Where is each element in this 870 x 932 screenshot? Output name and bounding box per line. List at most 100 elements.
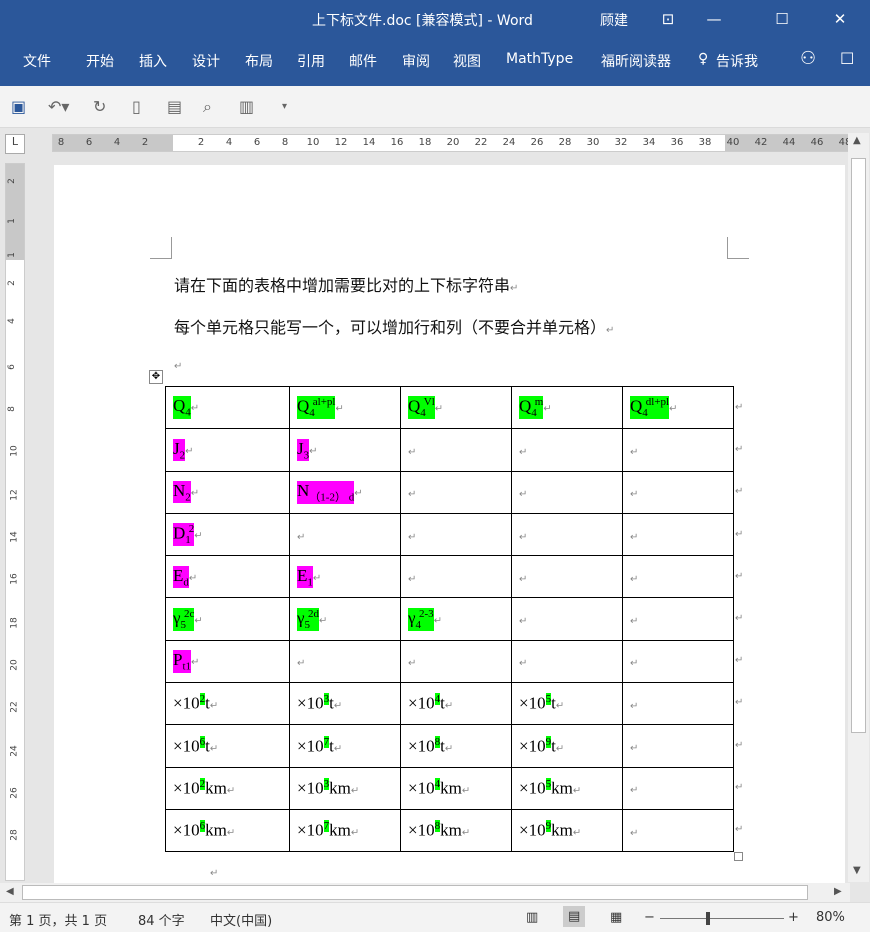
table-cell[interactable]: ↵ [401, 513, 512, 555]
save-icon[interactable]: ▣ [11, 97, 26, 116]
table-cell[interactable]: D12↵ [166, 513, 290, 555]
tab-layout[interactable]: 布局 [245, 51, 273, 71]
table-cell[interactable]: ↵ [290, 513, 401, 555]
read-mode-icon[interactable]: ▥ [239, 97, 254, 116]
table-cell[interactable]: Q4al+pl↵ [290, 387, 401, 429]
table-cell[interactable]: γ52c↵ [166, 598, 290, 640]
minimize-button[interactable]: — [700, 6, 728, 32]
zoom-slider[interactable] [660, 918, 784, 919]
table-cell[interactable]: Q4m↵ [512, 387, 623, 429]
tab-view[interactable]: 视图 [453, 51, 481, 71]
table-cell[interactable]: Pt1↵ [166, 640, 290, 682]
word-count[interactable]: 84 个字 [138, 910, 185, 929]
language[interactable]: 中文(中国) [210, 910, 272, 929]
table-cell[interactable]: Q4Vl↵ [401, 387, 512, 429]
table-cell[interactable]: N（1-2） d↵ [290, 471, 401, 513]
table-cell[interactable]: ×107t↵ [290, 725, 401, 767]
scrollbar-thumb[interactable] [851, 158, 866, 733]
horizontal-ruler[interactable]: 8642246810121416182022242628303234363840… [52, 134, 848, 152]
export-icon[interactable]: ▤ [167, 97, 182, 116]
scroll-right-icon[interactable]: ▶ [834, 886, 842, 897]
table-cell[interactable]: ↵ [623, 598, 734, 640]
table-cell[interactable]: ↵ [623, 429, 734, 471]
table-cell[interactable]: ↵ [623, 640, 734, 682]
table-cell[interactable]: ×103t↵ [290, 683, 401, 725]
table-cell[interactable]: J2↵ [166, 429, 290, 471]
tab-design[interactable]: 设计 [192, 51, 220, 71]
redo-icon[interactable]: ↻ [93, 97, 106, 116]
tab-file[interactable]: 文件 [23, 51, 51, 71]
table-cell[interactable]: ×105km↵ [512, 767, 623, 809]
table-cell[interactable]: ↵ [512, 640, 623, 682]
table-cell[interactable]: ×102t↵ [166, 683, 290, 725]
table-cell[interactable]: ↵ [512, 471, 623, 513]
table-cell[interactable]: ↵ [623, 471, 734, 513]
table-cell[interactable]: γ52d↵ [290, 598, 401, 640]
table-cell[interactable]: ↵ [512, 513, 623, 555]
print-layout-icon[interactable]: ▤ [563, 906, 585, 927]
tab-mathtype[interactable]: MathType [506, 51, 573, 67]
table-cell[interactable]: ↵ [401, 640, 512, 682]
data-table[interactable]: Q4↵Q4al+pl↵Q4Vl↵Q4m↵Q4dl+pl↵J2↵J3↵↵↵↵N2↵… [165, 386, 734, 852]
tab-insert[interactable]: 插入 [139, 51, 167, 71]
table-cell[interactable]: ×102km↵ [166, 767, 290, 809]
paragraph-2[interactable]: 每个单元格只能写一个，可以增加行和列（不要合并单元格）↵ [174, 314, 614, 338]
table-cell[interactable]: ↵ [401, 429, 512, 471]
tab-foxit[interactable]: 福昕阅读器 [601, 51, 671, 71]
share-icon[interactable]: ⚇ [800, 48, 816, 69]
vertical-ruler[interactable]: 211246810121416182022242628 [5, 163, 25, 881]
table-cell[interactable]: ×106km↵ [166, 809, 290, 851]
table-cell[interactable]: ×103km↵ [290, 767, 401, 809]
page-count[interactable]: 第 1 页，共 1 页 [9, 910, 107, 929]
table-cell[interactable]: ×108km↵ [401, 809, 512, 851]
close-button[interactable]: ✕ [826, 6, 854, 32]
tab-home[interactable]: 开始 [86, 51, 114, 71]
table-cell[interactable]: ↵ [401, 556, 512, 598]
table-cell[interactable]: γ42-3↵ [401, 598, 512, 640]
print-preview-icon[interactable]: ⌕ [203, 97, 212, 117]
zoom-level[interactable]: 80% [816, 910, 845, 925]
zoom-in-icon[interactable]: + [788, 910, 799, 925]
table-cell[interactable]: ↵ [401, 471, 512, 513]
tell-me-search[interactable]: 告诉我 [716, 51, 758, 71]
table-cell[interactable]: ↵ [512, 429, 623, 471]
table-cell[interactable]: E1↵ [290, 556, 401, 598]
tab-selector[interactable]: L [5, 134, 25, 154]
table-cell[interactable]: ↵ [290, 640, 401, 682]
table-cell[interactable]: ↵ [512, 556, 623, 598]
table-cell[interactable]: ×104t↵ [401, 683, 512, 725]
new-document-icon[interactable]: ▯ [132, 97, 141, 116]
ribbon-display-icon[interactable]: ⊡ [654, 6, 682, 32]
table-cell[interactable]: Q4↵ [166, 387, 290, 429]
horizontal-scrollbar[interactable]: ◀ ▶ [0, 883, 850, 902]
table-move-handle-icon[interactable]: ✥ [149, 370, 163, 384]
undo-icon[interactable]: ↶▾ [48, 97, 69, 116]
zoom-out-icon[interactable]: − [644, 910, 655, 925]
table-cell[interactable]: ↵ [512, 598, 623, 640]
scroll-down-icon[interactable]: ▼ [853, 865, 861, 876]
table-cell[interactable]: Ed↵ [166, 556, 290, 598]
table-cell[interactable]: N2↵ [166, 471, 290, 513]
table-cell[interactable]: ×109t↵ [512, 725, 623, 767]
table-cell[interactable]: ×109km↵ [512, 809, 623, 851]
read-mode-icon[interactable]: ▥ [526, 910, 538, 925]
comments-icon[interactable]: ☐ [840, 49, 854, 68]
table-cell[interactable]: J3↵ [290, 429, 401, 471]
tab-references[interactable]: 引用 [297, 51, 325, 71]
table-cell[interactable]: ×104km↵ [401, 767, 512, 809]
paragraph-1[interactable]: 请在下面的表格中增加需要比对的上下标字符串↵ [174, 272, 518, 296]
scrollbar-thumb[interactable] [22, 885, 808, 900]
table-cell[interactable]: ×107km↵ [290, 809, 401, 851]
scroll-left-icon[interactable]: ◀ [6, 886, 14, 897]
scroll-up-icon[interactable]: ▲ [853, 135, 861, 146]
table-resize-handle[interactable] [734, 852, 743, 861]
tab-review[interactable]: 审阅 [402, 51, 430, 71]
table-cell[interactable]: ↵ [623, 809, 734, 851]
customize-qat-icon[interactable]: ▾ [282, 101, 287, 112]
web-layout-icon[interactable]: ▦ [610, 910, 622, 925]
table-cell[interactable]: ↵ [623, 767, 734, 809]
table-cell[interactable]: ↵ [623, 556, 734, 598]
maximize-button[interactable]: ☐ [768, 6, 796, 32]
table-cell[interactable]: ↵ [623, 725, 734, 767]
table-cell[interactable]: ×105t↵ [512, 683, 623, 725]
